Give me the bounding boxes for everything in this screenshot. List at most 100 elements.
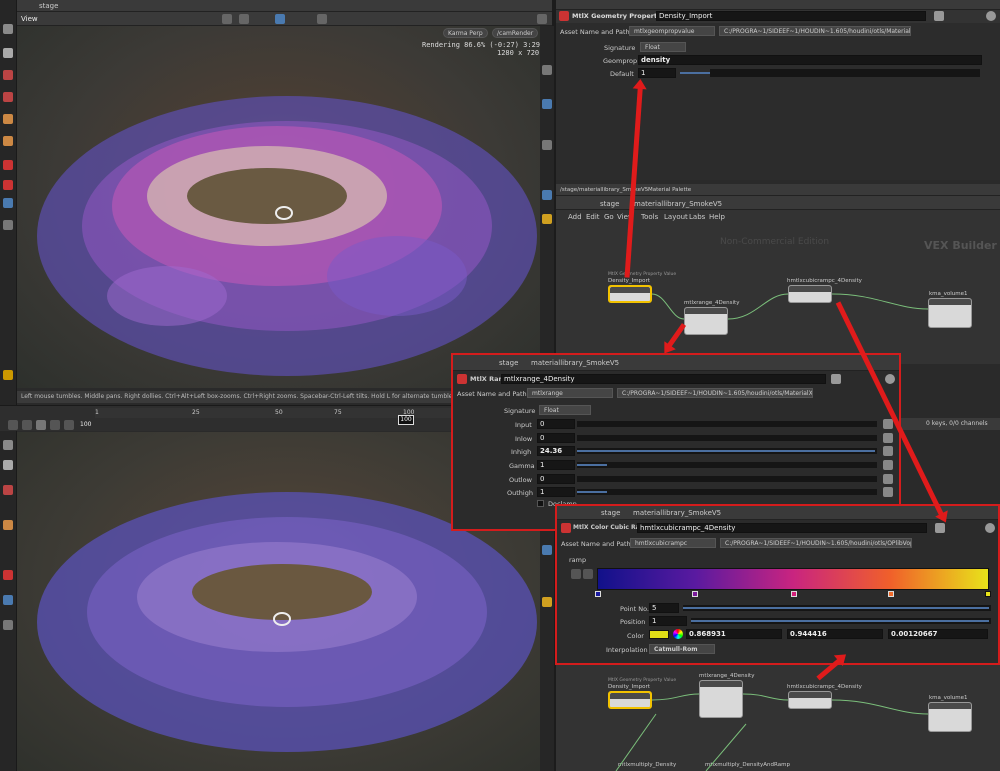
ramp-help-icon[interactable] xyxy=(985,523,995,533)
rotate-tool-icon[interactable] xyxy=(3,92,13,102)
ramp-stage-btn[interactable]: stage xyxy=(601,509,620,517)
outlow-gear-icon[interactable] xyxy=(883,474,893,484)
input-slider[interactable] xyxy=(577,421,877,427)
range-node-name[interactable]: mtlxrange_4Density xyxy=(501,374,826,384)
side-icon-3[interactable] xyxy=(542,140,552,150)
doclamp-checkbox[interactable] xyxy=(537,500,544,507)
range-signature-dropdown[interactable]: Float xyxy=(539,405,591,415)
range-lib-btn[interactable]: materiallibrary_SmokeV5 xyxy=(531,359,619,367)
color-r-field[interactable]: 0.868931 xyxy=(686,629,782,639)
geomprop-field[interactable]: density xyxy=(638,55,982,65)
lock-icon-2[interactable] xyxy=(3,460,13,470)
interpolation-dropdown[interactable]: Catmull-Rom xyxy=(649,644,715,654)
display-options-icon[interactable] xyxy=(317,14,327,24)
signature-dropdown[interactable]: Float xyxy=(640,42,686,52)
ramp-key-3[interactable] xyxy=(791,591,797,597)
ramp-lib-btn[interactable]: materiallibrary_SmokeV5 xyxy=(633,509,721,517)
input-gear-icon[interactable] xyxy=(883,419,893,429)
stage-tab[interactable]: stage xyxy=(39,2,58,10)
camera-tool-icon[interactable] xyxy=(222,14,232,24)
jump-end-icon[interactable] xyxy=(64,420,74,430)
ramp-key-1[interactable] xyxy=(595,591,601,597)
inlow-field[interactable]: 0 xyxy=(537,433,575,443)
default-slider-track[interactable] xyxy=(710,69,980,77)
side-icon-5[interactable] xyxy=(542,214,552,224)
magnet-icon-2[interactable] xyxy=(3,570,13,580)
transform-tool-icon[interactable] xyxy=(3,70,13,80)
jump-start-icon[interactable] xyxy=(8,420,18,430)
side-icon-2[interactable] xyxy=(542,99,552,109)
light-icon[interactable] xyxy=(3,220,13,230)
range-help-icon[interactable] xyxy=(885,374,895,384)
outlow-field[interactable]: 0 xyxy=(537,474,575,484)
side-icon-1[interactable] xyxy=(542,65,552,75)
geomprop-node-name[interactable]: Density_Import xyxy=(656,11,926,21)
snap-icon[interactable] xyxy=(3,180,13,190)
range-asset-path[interactable]: C:/PROGRA~1/SIDEEF~1/HOUDIN~1.605/houdin… xyxy=(617,388,813,398)
outhigh-slider[interactable] xyxy=(577,489,877,495)
asset-name-field[interactable]: mtlxgeompropvalue xyxy=(629,26,715,36)
render-tool-icon[interactable] xyxy=(239,14,249,24)
camera-handle-bottom[interactable] xyxy=(273,612,291,626)
top-viewport[interactable]: Karma Perp /camRender Rendering 86.6% (-… xyxy=(17,26,540,388)
ramp-remove-icon[interactable] xyxy=(571,569,581,579)
play-icon[interactable] xyxy=(50,420,60,430)
inhigh-field[interactable]: 24.36 xyxy=(537,446,575,456)
default-field[interactable]: 1 xyxy=(638,68,676,78)
gamma-gear-icon[interactable] xyxy=(883,460,893,470)
ramp-asset-name[interactable]: hmtlxcubicrampc xyxy=(630,538,716,548)
ramp-key-2[interactable] xyxy=(692,591,698,597)
help-icon[interactable] xyxy=(986,11,996,21)
outhigh-field[interactable]: 1 xyxy=(537,487,575,497)
network-editor-top[interactable]: /stage/materiallibrary_SmokeV5 Material … xyxy=(556,184,1000,364)
select-tool-icon-2[interactable] xyxy=(3,440,13,450)
side-icon-6[interactable] xyxy=(542,545,552,555)
ramp-key-4[interactable] xyxy=(888,591,894,597)
ramp-asset-path[interactable]: C:/PROGRA~1/SIDEEF~1/HOUDIN~1.605/houdin… xyxy=(720,538,912,548)
light-icon-2[interactable] xyxy=(3,620,13,630)
inhigh-gear-icon[interactable] xyxy=(883,446,893,456)
outlow-slider[interactable] xyxy=(577,476,877,482)
point-no-slider[interactable] xyxy=(683,605,991,611)
input-field[interactable]: 0 xyxy=(537,419,575,429)
gear-icon[interactable] xyxy=(934,11,944,21)
magnet-icon[interactable] xyxy=(3,160,13,170)
inlow-slider[interactable] xyxy=(577,435,877,441)
ramp-gradient[interactable] xyxy=(597,568,989,590)
pose-icon[interactable] xyxy=(3,370,13,380)
gamma-slider[interactable] xyxy=(577,462,877,468)
frame-field[interactable]: 100 xyxy=(80,421,91,428)
range-stage-btn[interactable]: stage xyxy=(499,359,518,367)
stop-icon[interactable] xyxy=(36,420,46,430)
default-slider[interactable] xyxy=(680,72,710,74)
position-field[interactable]: 1 xyxy=(649,616,687,626)
select-tool-icon[interactable] xyxy=(3,24,13,34)
inhigh-slider[interactable] xyxy=(577,448,877,454)
camera-icon[interactable] xyxy=(3,198,13,208)
camera-icon-2[interactable] xyxy=(3,595,13,605)
settings-icon[interactable] xyxy=(537,14,547,24)
ramp-add-icon[interactable] xyxy=(583,569,593,579)
scale-tool-icon-2[interactable] xyxy=(3,520,13,530)
ramp-key-5[interactable] xyxy=(985,591,991,597)
camera-menu[interactable]: Karma Perp xyxy=(443,28,488,38)
lock-icon[interactable] xyxy=(3,48,13,58)
snapshot-icon[interactable] xyxy=(275,14,285,24)
asset-path-field[interactable]: C:/PROGRA~1/SIDEEF~1/HOUDIN~1.605/houdin… xyxy=(719,26,911,36)
color-swatch[interactable] xyxy=(649,630,669,639)
side-icon-4[interactable] xyxy=(542,190,552,200)
color-g-field[interactable]: 0.944416 xyxy=(787,629,883,639)
range-gear-icon[interactable] xyxy=(831,374,841,384)
position-slider[interactable] xyxy=(691,618,991,624)
range-asset-name[interactable]: mtlxrange xyxy=(527,388,613,398)
handle-tool-icon[interactable] xyxy=(3,136,13,146)
transform-tool-icon-2[interactable] xyxy=(3,485,13,495)
camera-handle[interactable] xyxy=(275,206,293,220)
inlow-gear-icon[interactable] xyxy=(883,433,893,443)
ramp-node-name[interactable]: hmtlxcubicrampc_4Density xyxy=(637,523,927,533)
color-b-field[interactable]: 0.00120667 xyxy=(888,629,988,639)
render-menu[interactable]: /camRender xyxy=(492,28,539,38)
side-icon-7[interactable] xyxy=(542,597,552,607)
color-wheel-icon[interactable] xyxy=(673,629,683,639)
gamma-field[interactable]: 1 xyxy=(537,460,575,470)
